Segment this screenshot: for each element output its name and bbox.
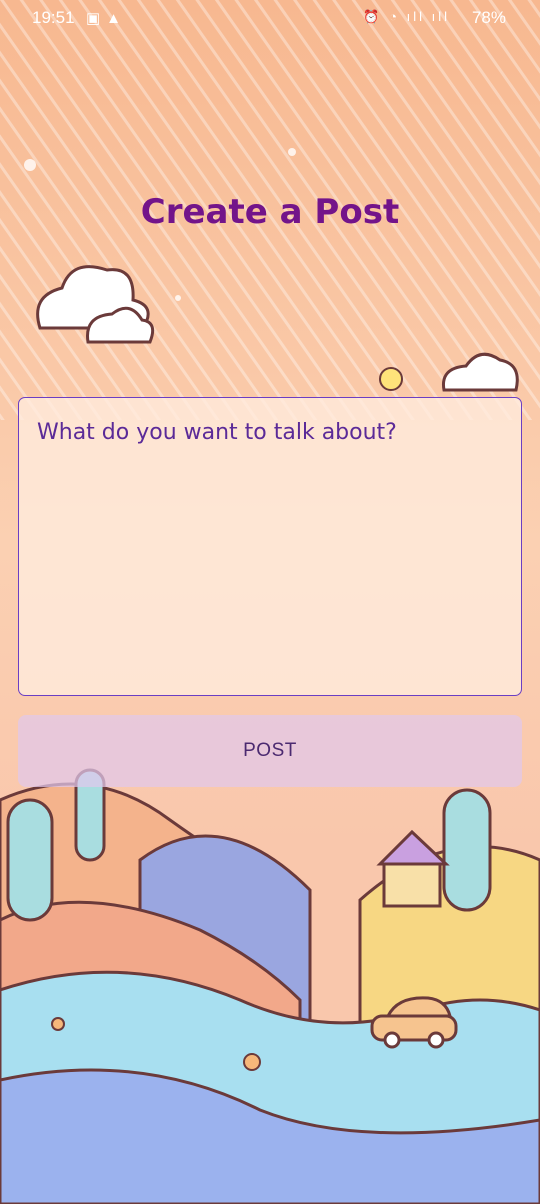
post-button[interactable]: POST	[18, 715, 522, 787]
status-battery: 78%	[471, 8, 506, 27]
post-text-input[interactable]	[19, 398, 521, 695]
page-title: Create a Post	[140, 192, 400, 232]
network-icons: ⏰ ◔ ıll ıll	[363, 9, 450, 24]
post-input-container	[18, 397, 522, 696]
status-time: 19:51	[32, 8, 75, 27]
status-bar: 19:51 ▣▲ ⏰ ◔ ıll ıll 78%	[0, 0, 540, 36]
notification-icons: ▣▲	[86, 10, 128, 27]
